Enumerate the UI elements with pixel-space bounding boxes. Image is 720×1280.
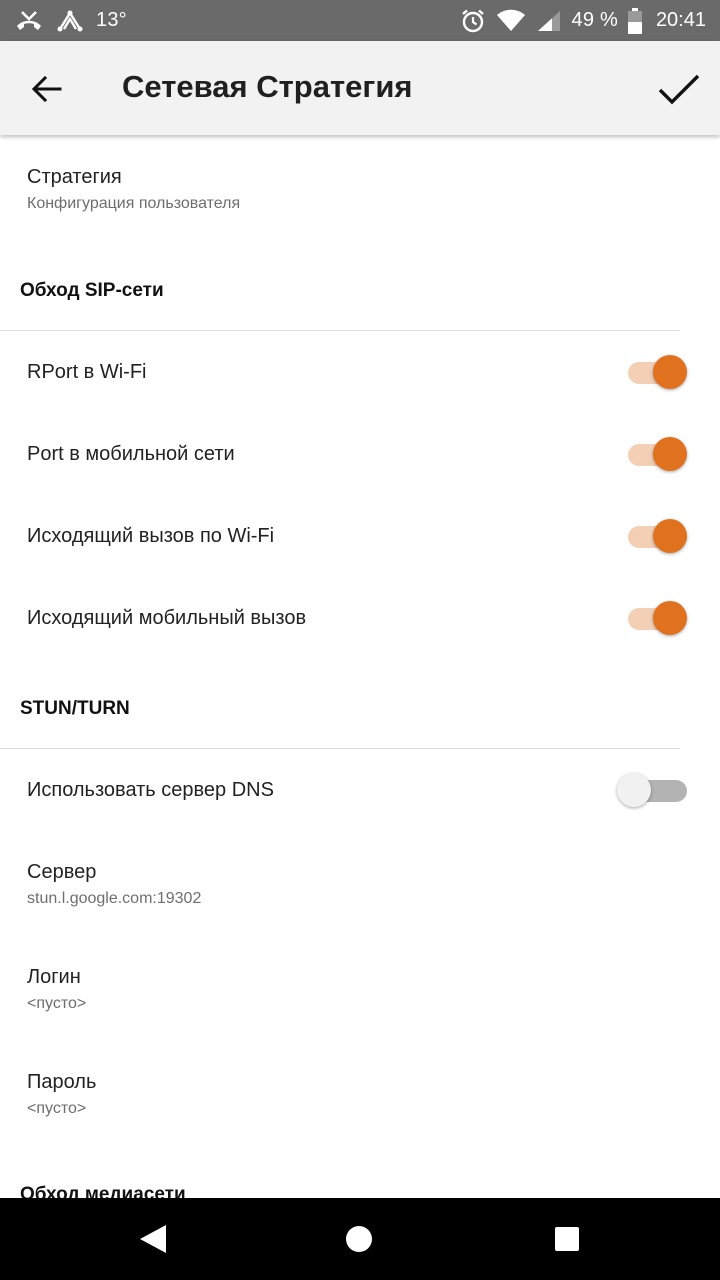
status-bar: 13° 49 % 20:41: [0, 0, 720, 41]
password-value: <пусто>: [27, 1100, 87, 1117]
check-icon: [658, 74, 700, 105]
port-mobile-label: Port в мобильной сети: [27, 443, 235, 465]
server-preference[interactable]: Сервер stun.l.google.com:19302: [27, 861, 720, 908]
media-section-header: Обход медиасети: [20, 1184, 186, 1198]
battery-icon: [627, 7, 642, 34]
password-preference[interactable]: Пароль <пусто>: [27, 1071, 720, 1118]
clock: 20:41: [655, 9, 706, 31]
divider: [0, 330, 680, 331]
login-preference[interactable]: Логин <пусто>: [27, 966, 720, 1013]
stun-section-header: STUN/TURN: [20, 698, 130, 719]
circle-home-icon: [346, 1226, 372, 1252]
temperature: 13°: [96, 9, 127, 31]
sip-section-header: Обход SIP-сети: [20, 280, 164, 301]
server-value: stun.l.google.com:19302: [27, 890, 202, 907]
rport-wifi-row[interactable]: RPort в Wi-Fi: [27, 361, 720, 384]
arrow-back-icon: [32, 76, 62, 102]
battery-percent: 49 %: [571, 9, 618, 31]
port-mobile-switch[interactable]: [628, 437, 687, 473]
signal-icon: [536, 9, 562, 33]
port-mobile-row[interactable]: Port в мобильной сети: [27, 443, 720, 466]
alarm-icon: [460, 8, 486, 34]
missed-call-icon: [14, 9, 44, 33]
network-sharing-icon: [56, 9, 84, 33]
confirm-button[interactable]: [654, 64, 704, 114]
square-recents-icon: [555, 1227, 579, 1251]
strategy-title: Стратегия: [27, 166, 122, 188]
nav-home-button[interactable]: [338, 1218, 380, 1260]
use-dns-switch[interactable]: [617, 773, 687, 809]
app-bar: Сетевая Стратегия: [0, 41, 720, 135]
password-title: Пароль: [27, 1071, 97, 1093]
back-button[interactable]: [22, 64, 72, 114]
login-value: <пусто>: [27, 995, 87, 1012]
page-title: Сетевая Стратегия: [122, 69, 413, 104]
outgoing-mobile-switch[interactable]: [628, 601, 687, 637]
outgoing-wifi-switch[interactable]: [628, 519, 687, 555]
triangle-back-icon: [140, 1225, 166, 1253]
login-title: Логин: [27, 966, 81, 988]
outgoing-mobile-row[interactable]: Исходящий мобильный вызов: [27, 607, 720, 630]
outgoing-mobile-label: Исходящий мобильный вызов: [27, 607, 307, 629]
server-title: Сервер: [27, 861, 97, 883]
wifi-icon: [496, 9, 526, 33]
rport-wifi-label: RPort в Wi-Fi: [27, 361, 147, 383]
strategy-summary: Конфигурация пользователя: [27, 195, 241, 212]
settings-list[interactable]: Стратегия Конфигурация пользователя Обхо…: [0, 135, 720, 1198]
outgoing-wifi-label: Исходящий вызов по Wi-Fi: [27, 525, 275, 547]
divider: [0, 748, 680, 749]
navigation-bar: [0, 1198, 720, 1280]
rport-wifi-switch[interactable]: [628, 355, 687, 391]
nav-recents-button[interactable]: [546, 1218, 588, 1260]
outgoing-wifi-row[interactable]: Исходящий вызов по Wi-Fi: [27, 525, 720, 548]
strategy-preference[interactable]: Стратегия Конфигурация пользователя: [27, 166, 720, 213]
nav-back-button[interactable]: [132, 1218, 174, 1260]
